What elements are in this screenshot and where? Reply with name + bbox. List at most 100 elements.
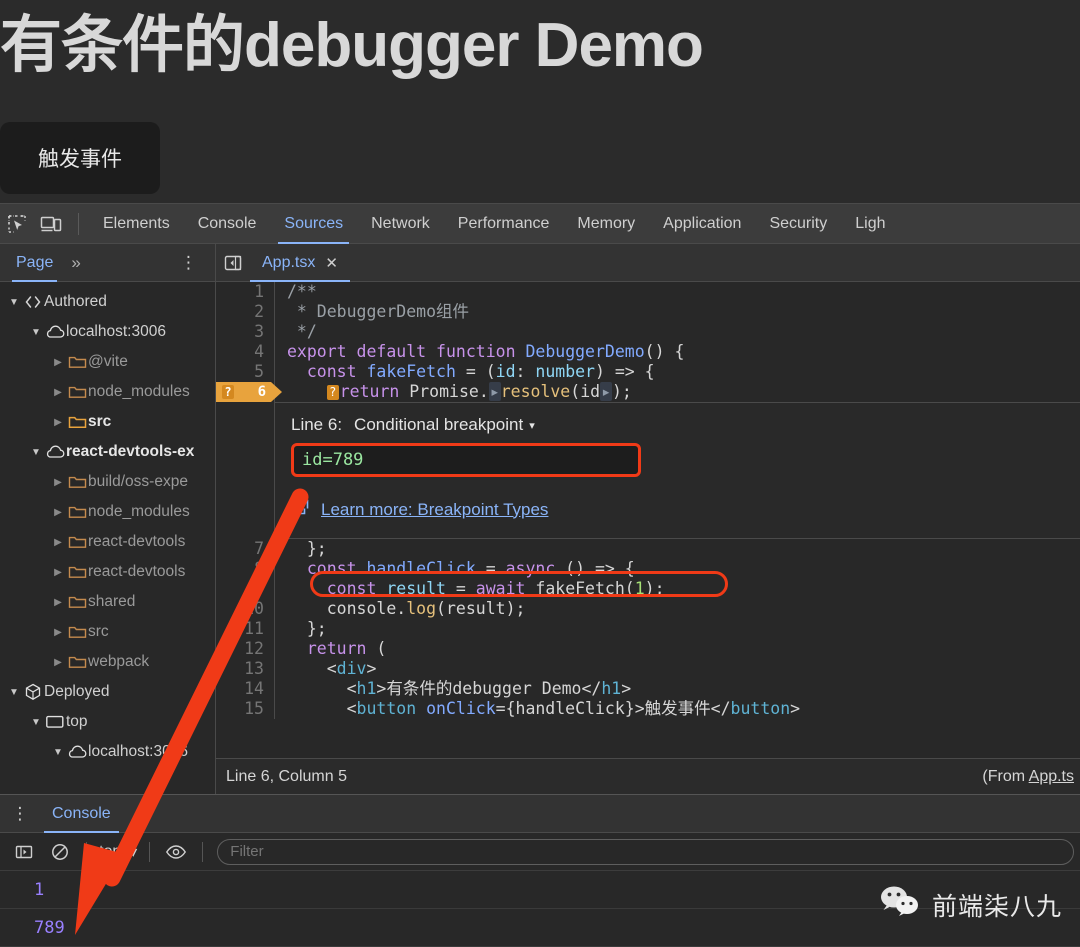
toolbar-divider	[78, 212, 79, 235]
folder-icon	[66, 354, 88, 370]
code-token: default	[356, 342, 427, 361]
code-token: /**	[287, 282, 317, 301]
console-sidebar-icon[interactable]	[6, 837, 42, 867]
tree-item[interactable]: ▶ build/oss-expe	[0, 467, 215, 497]
tree-item[interactable]: ▶ src	[0, 407, 215, 437]
inline-breakpoint-question-icon[interactable]: ?	[326, 385, 339, 400]
tree-item[interactable]: ▶ @vite	[0, 347, 215, 377]
tab-security[interactable]: Security	[755, 204, 841, 244]
chevron-down-icon[interactable]: ▼	[50, 747, 66, 758]
drawer-kebab-icon[interactable]: ⋮	[0, 805, 40, 822]
line-number[interactable]: 15	[216, 699, 264, 719]
tree-item[interactable]: ▼ react-devtools-ex	[0, 437, 215, 467]
tab-application[interactable]: Application	[649, 204, 755, 244]
line-number-gutter-top[interactable]: 123456?6	[216, 282, 274, 402]
chevron-down-icon[interactable]: ▼	[28, 327, 44, 338]
line-number[interactable]: 5	[216, 362, 264, 382]
cube-icon	[22, 683, 44, 701]
navigator-kebab-icon[interactable]: ⋮	[168, 254, 209, 271]
tree-item-label: shared	[88, 593, 136, 610]
tab-console[interactable]: Console	[184, 204, 271, 244]
chevron-right-icon[interactable]: ▶	[50, 387, 66, 398]
chevron-down-icon[interactable]: ▼	[28, 717, 44, 728]
tab-network[interactable]: Network	[357, 204, 444, 244]
clear-console-icon[interactable]	[42, 837, 78, 867]
line-number[interactable]: 13	[216, 659, 264, 679]
tree-item[interactable]: ▶ src	[0, 617, 215, 647]
chevron-right-icon[interactable]: ▶	[50, 657, 66, 668]
collapse-navigator-icon[interactable]	[216, 253, 250, 273]
line-number[interactable]: 3	[216, 322, 264, 342]
chevron-down-icon[interactable]: ▼	[6, 297, 22, 308]
chevron-right-icon[interactable]: ▶	[50, 537, 66, 548]
tree-item[interactable]: ▼ localhost:3006	[0, 737, 215, 767]
close-icon[interactable]: ✕	[325, 254, 338, 272]
chevron-right-icon[interactable]: ▶	[50, 417, 66, 428]
line-number[interactable]: 9	[216, 579, 264, 599]
tree-item[interactable]: ▼ Authored	[0, 287, 215, 317]
line-number[interactable]: 10	[216, 599, 264, 619]
code-token: >	[790, 699, 801, 718]
chevron-down-icon[interactable]: ▼	[6, 687, 22, 698]
code-token: number	[535, 362, 595, 381]
chevron-right-icon[interactable]: ▶	[50, 357, 66, 368]
tab-sources[interactable]: Sources	[270, 204, 357, 244]
inspect-element-icon[interactable]	[0, 207, 34, 241]
tree-item[interactable]: ▶ react-devtools	[0, 557, 215, 587]
line-number[interactable]: 1	[216, 282, 264, 302]
navigator-tab-page[interactable]: Page	[6, 244, 63, 282]
line-number[interactable]: 4	[216, 342, 264, 362]
line-number[interactable]: 2	[216, 302, 264, 322]
line-number[interactable]: 14	[216, 679, 264, 699]
console-filter-input[interactable]	[217, 838, 1074, 865]
live-expression-eye-icon[interactable]	[158, 837, 194, 867]
learn-more-breakpoint-types-link[interactable]: Learn more: Breakpoint Types	[321, 500, 548, 520]
tree-item[interactable]: ▼ localhost:3006	[0, 317, 215, 347]
conditional-breakpoint-marker[interactable]: ? 6	[216, 382, 282, 402]
tree-item[interactable]: ▶ shared	[0, 587, 215, 617]
source-origin-link[interactable]: App.ts	[1029, 768, 1074, 785]
chevron-right-icon[interactable]: ▶	[50, 627, 66, 638]
devtools-tabbar: Elements Console Sources Network Perform…	[0, 204, 1080, 244]
code-token: id	[495, 362, 516, 381]
device-toolbar-icon[interactable]	[34, 207, 68, 241]
tab-performance[interactable]: Performance	[444, 204, 564, 244]
line-number[interactable]: 7	[216, 539, 264, 559]
tree-item[interactable]: ▼ top	[0, 707, 215, 737]
console-context-selector[interactable]: top ▾	[95, 842, 141, 862]
drawer-tab-console[interactable]: Console	[40, 795, 123, 833]
chevron-right-icon[interactable]: ▶	[50, 477, 66, 488]
code-token: export	[287, 342, 347, 361]
tree-item[interactable]: ▶ webpack	[0, 647, 215, 677]
chevron-right-icon[interactable]: ▶	[50, 507, 66, 518]
folder-icon	[66, 624, 88, 640]
tab-memory[interactable]: Memory	[563, 204, 649, 244]
tree-item[interactable]: ▶ node_modules	[0, 377, 215, 407]
chevron-right-icon[interactable]: ▶	[50, 597, 66, 608]
code-token: return	[339, 382, 400, 401]
breakpoint-condition-input[interactable]	[291, 443, 641, 477]
line-number[interactable]: 8	[216, 559, 264, 579]
line-number-gutter-bottom[interactable]: 7 8 9 10 11 12 13 14 15	[216, 539, 274, 719]
navigator-more-icon[interactable]: »	[63, 253, 88, 273]
trigger-event-button[interactable]: 触发事件	[0, 122, 160, 194]
file-tree[interactable]: ▼ Authored ▼ localhost:3006 ▶ @vite ▶ node_modu…	[0, 282, 215, 794]
tree-item[interactable]: ▶ react-devtools	[0, 527, 215, 557]
breakpoint-editor-dialog: Line 6: Conditional breakpoint ▾ id=789 …	[274, 402, 1080, 539]
line-number[interactable]: 12	[216, 639, 264, 659]
breakpoint-type-dropdown[interactable]: Conditional breakpoint ▾	[354, 415, 535, 435]
folder-icon	[66, 534, 88, 550]
chevron-right-icon[interactable]: ▶	[50, 567, 66, 578]
code-token: h1	[356, 679, 377, 698]
code-editor[interactable]: 123456?6 /** * DebuggerDemo组件 */export d…	[216, 282, 1080, 758]
editor-tab-app-tsx[interactable]: App.tsx ✕	[250, 244, 350, 282]
chevron-down-icon[interactable]: ▼	[28, 447, 44, 458]
line-number[interactable]: 11	[216, 619, 264, 639]
tree-item[interactable]: ▼ Deployed	[0, 677, 215, 707]
tree-item[interactable]: ▶ node_modules	[0, 497, 215, 527]
tab-lighthouse[interactable]: Ligh	[841, 204, 899, 244]
tab-elements[interactable]: Elements	[89, 204, 184, 244]
